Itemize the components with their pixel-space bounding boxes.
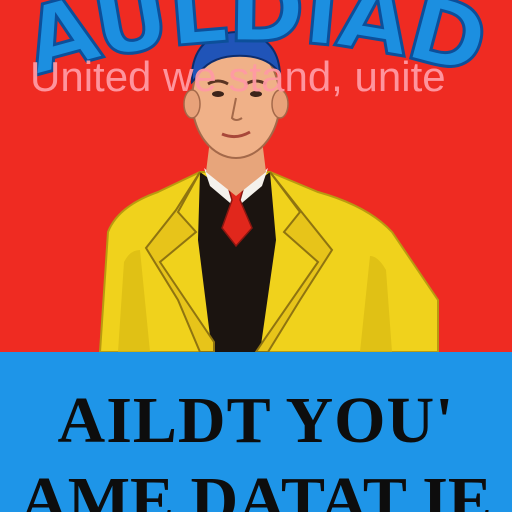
bottom-banner: AILDT YOU' AME DATAT IE (0, 352, 512, 512)
banner-line-1: AILDT YOU' (57, 384, 455, 457)
banner-line-2: AME DATAT IE (20, 464, 492, 512)
poster: AULDIAD United we stand, unite AILDT YOU… (0, 0, 512, 512)
slogan-text: United we stand, unite (30, 53, 446, 100)
